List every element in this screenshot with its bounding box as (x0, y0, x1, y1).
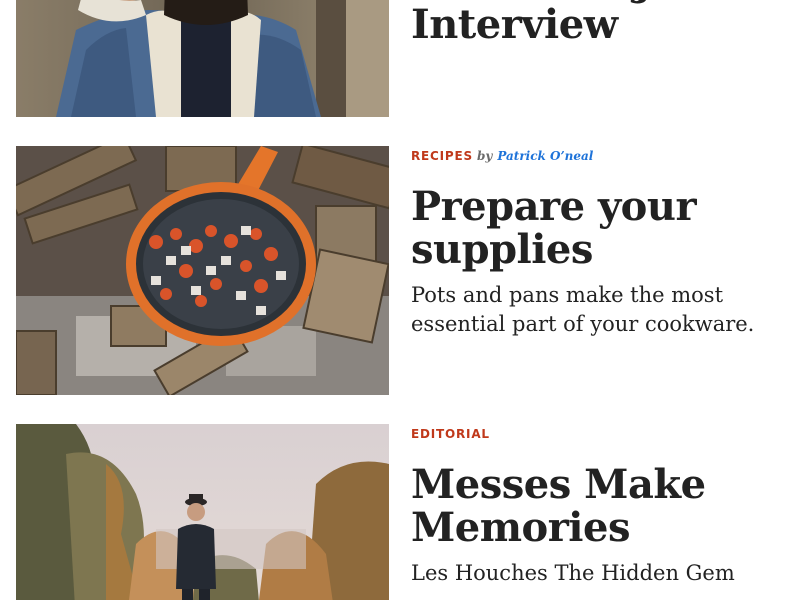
post-feed: Technical Job Interview (0, 0, 800, 600)
post-content: Technical Job Interview (411, 0, 786, 46)
post-content: RECIPES by Patrick O’neal Prepare your su… (411, 146, 786, 339)
post-excerpt: Pots and pans make the most essential pa… (411, 283, 755, 336)
post-title[interactable]: Messes Make Memories (411, 463, 786, 549)
post-card: EDITORIAL Messes Make Memories Les Houch… (0, 424, 800, 600)
post-content: EDITORIAL Messes Make Memories Les Houch… (411, 424, 786, 588)
category-link[interactable]: RECIPES (411, 149, 473, 163)
post-thumbnail[interactable] (16, 146, 389, 395)
byline-by: by (476, 149, 493, 163)
post-excerpt: Les Houches The Hidden Gem (411, 561, 735, 585)
man-in-denim-jacket-photo (16, 0, 389, 117)
post-title[interactable]: Technical Job Interview (411, 0, 786, 46)
category-link[interactable]: EDITORIAL (411, 427, 490, 441)
post-meta: EDITORIAL (411, 424, 786, 444)
post-meta: RECIPES by Patrick O’neal (411, 146, 786, 166)
post-thumbnail[interactable] (16, 0, 389, 117)
post-thumbnail[interactable] (16, 424, 389, 600)
author-link[interactable]: Patrick O’neal (497, 149, 593, 163)
post-card: Technical Job Interview (0, 0, 800, 117)
post-title[interactable]: Prepare your supplies (411, 185, 786, 271)
campfire-skillet-photo (16, 146, 389, 395)
man-in-autumn-forest-photo (16, 424, 389, 600)
post-card: RECIPES by Patrick O’neal Prepare your su… (0, 146, 800, 395)
